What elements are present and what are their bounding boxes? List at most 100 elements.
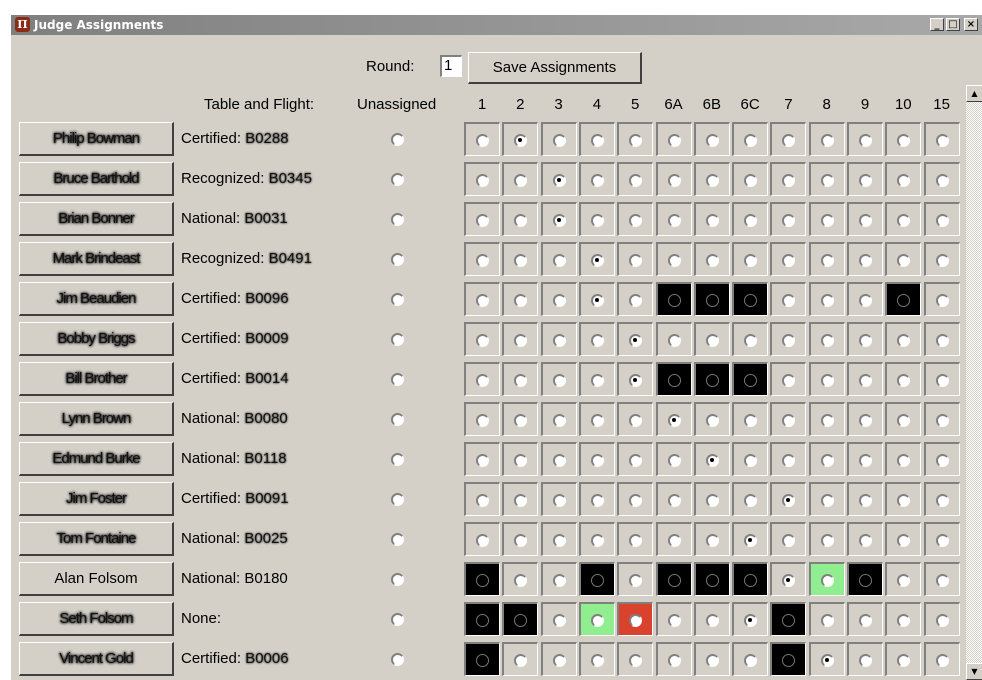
table-radio-5[interactable]	[629, 414, 643, 427]
table-radio-10[interactable]	[897, 174, 911, 187]
judge-name-button[interactable]: Bruce Barthold	[19, 162, 174, 196]
table-radio-5[interactable]	[629, 654, 643, 667]
table-radio-3[interactable]	[552, 374, 566, 387]
table-radio-6B[interactable]	[705, 134, 719, 147]
table-radio-10[interactable]	[897, 654, 911, 667]
table-radio-15[interactable]	[935, 614, 949, 627]
table-radio-4[interactable]	[590, 614, 604, 627]
table-radio-15[interactable]	[935, 654, 949, 667]
table-radio-8[interactable]	[820, 414, 834, 427]
table-radio-4[interactable]	[590, 654, 604, 667]
table-radio-10[interactable]	[897, 454, 911, 467]
table-radio-1[interactable]	[476, 574, 489, 587]
table-radio-10[interactable]	[897, 414, 911, 427]
table-radio-6A[interactable]	[667, 174, 681, 187]
table-radio-6B[interactable]	[705, 454, 719, 467]
table-radio-6A[interactable]	[667, 494, 681, 507]
table-radio-6C[interactable]	[744, 414, 758, 427]
table-radio-4[interactable]	[590, 454, 604, 467]
table-radio-2[interactable]	[514, 214, 528, 227]
table-radio-6B[interactable]	[705, 614, 719, 627]
table-radio-6B[interactable]	[705, 254, 719, 267]
table-radio-6B[interactable]	[705, 214, 719, 227]
scroll-up-arrow-icon[interactable]: ▲	[966, 85, 982, 102]
table-radio-15[interactable]	[935, 574, 949, 587]
table-radio-9[interactable]	[859, 214, 872, 227]
table-radio-1[interactable]	[476, 454, 489, 467]
table-radio-6B[interactable]	[705, 334, 719, 347]
table-radio-9[interactable]	[859, 334, 872, 347]
table-radio-5[interactable]	[629, 574, 643, 587]
table-radio-6C[interactable]	[744, 374, 758, 387]
table-radio-7[interactable]	[782, 494, 796, 507]
table-radio-3[interactable]	[552, 334, 566, 347]
table-radio-2[interactable]	[514, 574, 528, 587]
table-radio-2[interactable]	[514, 334, 528, 347]
table-radio-10[interactable]	[897, 134, 911, 147]
table-radio-8[interactable]	[820, 574, 834, 587]
table-radio-2[interactable]	[514, 294, 528, 307]
table-radio-5[interactable]	[629, 334, 643, 347]
table-radio-8[interactable]	[820, 334, 834, 347]
table-radio-10[interactable]	[897, 614, 911, 627]
table-radio-7[interactable]	[782, 654, 796, 667]
table-radio-10[interactable]	[897, 534, 911, 547]
table-radio-6C[interactable]	[744, 294, 758, 307]
judge-name-button[interactable]: Alan Folsom	[19, 562, 174, 596]
table-radio-3[interactable]	[552, 134, 566, 147]
table-radio-9[interactable]	[859, 174, 872, 187]
table-radio-9[interactable]	[859, 534, 872, 547]
table-radio-8[interactable]	[820, 454, 834, 467]
table-radio-7[interactable]	[782, 374, 796, 387]
table-radio-6A[interactable]	[667, 574, 681, 587]
table-radio-1[interactable]	[476, 254, 489, 267]
table-radio-2[interactable]	[514, 614, 528, 627]
table-radio-6A[interactable]	[667, 534, 681, 547]
table-radio-7[interactable]	[782, 414, 796, 427]
maximize-button[interactable]: □	[946, 18, 960, 31]
table-radio-6A[interactable]	[667, 454, 681, 467]
table-radio-6A[interactable]	[667, 254, 681, 267]
judge-name-button[interactable]: Jim Beaudien	[19, 282, 174, 316]
table-radio-4[interactable]	[590, 334, 604, 347]
table-radio-6A[interactable]	[667, 374, 681, 387]
unassigned-radio[interactable]	[391, 493, 404, 506]
minimize-button[interactable]: _	[930, 18, 944, 31]
table-radio-10[interactable]	[897, 494, 911, 507]
table-radio-3[interactable]	[552, 454, 566, 467]
table-radio-3[interactable]	[552, 574, 566, 587]
table-radio-1[interactable]	[476, 414, 489, 427]
table-radio-15[interactable]	[935, 214, 949, 227]
scroll-down-arrow-icon[interactable]: ▼	[966, 663, 982, 680]
table-radio-1[interactable]	[476, 334, 489, 347]
table-radio-2[interactable]	[514, 454, 528, 467]
table-radio-7[interactable]	[782, 254, 796, 267]
table-radio-1[interactable]	[476, 534, 489, 547]
table-radio-8[interactable]	[820, 494, 834, 507]
table-radio-15[interactable]	[935, 534, 949, 547]
table-radio-6C[interactable]	[744, 534, 758, 547]
table-radio-3[interactable]	[552, 534, 566, 547]
table-radio-10[interactable]	[897, 254, 911, 267]
unassigned-radio[interactable]	[391, 413, 404, 426]
table-radio-9[interactable]	[859, 294, 872, 307]
table-radio-9[interactable]	[859, 414, 872, 427]
table-radio-5[interactable]	[629, 534, 643, 547]
table-radio-2[interactable]	[514, 494, 528, 507]
table-radio-15[interactable]	[935, 174, 949, 187]
table-radio-7[interactable]	[782, 454, 796, 467]
judge-name-button[interactable]: Jim Foster	[19, 482, 174, 516]
table-radio-3[interactable]	[552, 214, 566, 227]
table-radio-15[interactable]	[935, 134, 949, 147]
table-radio-10[interactable]	[897, 214, 911, 227]
table-radio-6B[interactable]	[705, 654, 719, 667]
table-radio-6C[interactable]	[744, 574, 758, 587]
table-radio-6B[interactable]	[705, 374, 719, 387]
table-radio-8[interactable]	[820, 534, 834, 547]
table-radio-6B[interactable]	[705, 294, 719, 307]
table-radio-7[interactable]	[782, 214, 796, 227]
judge-name-button[interactable]: Bobby Briggs	[19, 322, 174, 356]
judge-name-button[interactable]: Mark Brindeast	[19, 242, 174, 276]
unassigned-radio[interactable]	[391, 453, 404, 466]
table-radio-6C[interactable]	[744, 494, 758, 507]
